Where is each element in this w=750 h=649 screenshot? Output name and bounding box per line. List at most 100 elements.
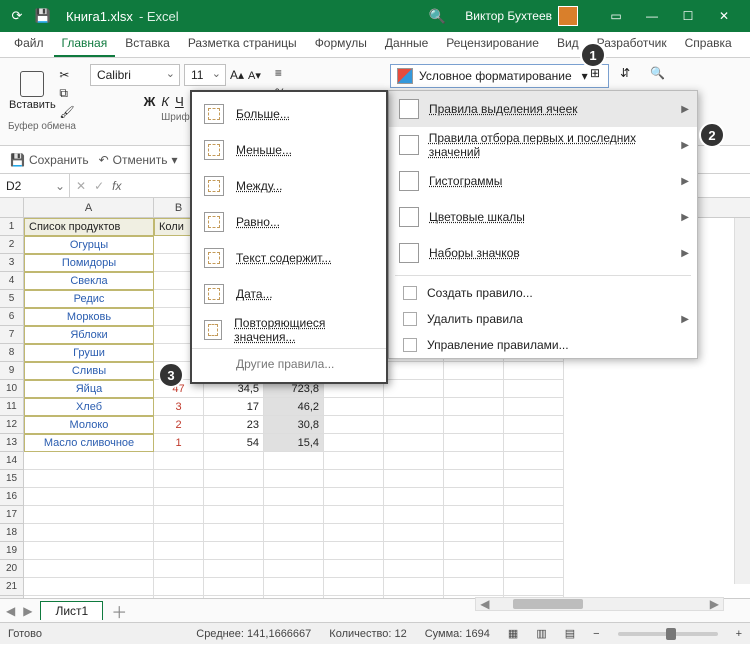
cell-F11[interactable] [384,398,444,416]
sheet-tab[interactable]: Лист1 [40,601,103,620]
cf-menu-colorscales[interactable]: Цветовые шкалы▶ [389,199,697,235]
cell-D19[interactable] [264,542,324,560]
cell-D22[interactable] [264,596,324,598]
cell-D17[interactable] [264,506,324,524]
row-header-2[interactable]: 2 [0,236,23,254]
cell-H14[interactable] [504,452,564,470]
cell-A15[interactable] [24,470,154,488]
cell-F22[interactable] [384,596,444,598]
zoom-slider[interactable] [618,632,718,636]
cell-A4[interactable]: Свекла [24,272,154,290]
cell-B11[interactable]: 3 [154,398,204,416]
insert-cells-icon[interactable]: ⊞ [590,66,600,80]
row-header-7[interactable]: 7 [0,326,23,344]
row-header-18[interactable]: 18 [0,524,23,542]
scroll-right-icon[interactable]: ▶ [710,597,719,611]
cell-G14[interactable] [444,452,504,470]
col-header-A[interactable]: A [24,198,154,217]
tab-разметка страницы[interactable]: Разметка страницы [180,32,305,57]
align-icon[interactable]: ≡ [275,66,286,80]
cancel-formula-icon[interactable]: ✕ [76,179,86,193]
search-icon[interactable]: 🔍 [427,8,447,25]
row-header-12[interactable]: 12 [0,416,23,434]
cell-C17[interactable] [204,506,264,524]
cell-A21[interactable] [24,578,154,596]
cell-E14[interactable] [324,452,384,470]
row-header-11[interactable]: 11 [0,398,23,416]
cell-D13[interactable]: 15,4 [264,434,324,452]
italic-button[interactable]: К [161,94,169,110]
row-header-5[interactable]: 5 [0,290,23,308]
scroll-left-icon[interactable]: ◀ [480,597,489,611]
cell-B19[interactable] [154,542,204,560]
cell-D21[interactable] [264,578,324,596]
scroll-thumb[interactable] [513,599,583,609]
cell-G11[interactable] [444,398,504,416]
view-break-icon[interactable]: ▤ [565,627,575,640]
row-header-1[interactable]: 1 [0,218,23,236]
ribbon-options-icon[interactable]: ▭ [598,0,634,32]
enter-formula-icon[interactable]: ✓ [94,179,104,193]
cell-F15[interactable] [384,470,444,488]
cell-A22[interactable] [24,596,154,598]
cell-F20[interactable] [384,560,444,578]
cell-F9[interactable] [384,362,444,380]
undo-button[interactable]: ↶ Отменить ▾ [99,153,178,167]
cell-G12[interactable] [444,416,504,434]
highlight-rule-4[interactable]: Текст содержит... [192,240,386,276]
cell-E11[interactable] [324,398,384,416]
cell-H19[interactable] [504,542,564,560]
cell-A13[interactable]: Масло сливочное [24,434,154,452]
cell-A9[interactable]: Сливы [24,362,154,380]
select-all[interactable] [0,198,24,217]
tab-рецензирование[interactable]: Рецензирование [438,32,547,57]
cell-A7[interactable]: Яблоки [24,326,154,344]
row-header-19[interactable]: 19 [0,542,23,560]
cell-E18[interactable] [324,524,384,542]
cell-F10[interactable] [384,380,444,398]
cell-A12[interactable]: Молоко [24,416,154,434]
row-header-8[interactable]: 8 [0,344,23,362]
cell-C19[interactable] [204,542,264,560]
cell-E20[interactable] [324,560,384,578]
increase-font-icon[interactable]: A▴ [230,68,244,82]
cell-E17[interactable] [324,506,384,524]
save-button[interactable]: 💾 Сохранить [10,153,89,167]
tab-справка[interactable]: Справка [677,32,740,57]
cell-C15[interactable] [204,470,264,488]
format-painter-icon[interactable]: 🖌 [59,105,74,119]
cell-G18[interactable] [444,524,504,542]
cell-C16[interactable] [204,488,264,506]
underline-button[interactable]: Ч [175,94,184,110]
cell-H15[interactable] [504,470,564,488]
cell-C21[interactable] [204,578,264,596]
name-box[interactable]: D2 [0,174,70,197]
cell-G13[interactable] [444,434,504,452]
minimize-button[interactable]: — [634,0,670,32]
highlight-rule-2[interactable]: Между... [192,168,386,204]
cf-menu-new[interactable]: Создать правило... [389,280,697,306]
save-icon[interactable]: 💾 [34,7,52,25]
cell-C22[interactable] [204,596,264,598]
paste-button[interactable]: Вставить [9,64,55,118]
cell-E12[interactable] [324,416,384,434]
cell-H9[interactable] [504,362,564,380]
tab-данные[interactable]: Данные [377,32,436,57]
sort-filter-icon[interactable]: ⇵ [620,66,630,80]
cell-A1[interactable]: Список продуктов [24,218,154,236]
cell-E13[interactable] [324,434,384,452]
row-header-22[interactable]: 22 [0,596,23,598]
cell-B17[interactable] [154,506,204,524]
cell-D15[interactable] [264,470,324,488]
cell-A14[interactable] [24,452,154,470]
decrease-font-icon[interactable]: A▾ [248,69,261,82]
row-header-4[interactable]: 4 [0,272,23,290]
cell-A19[interactable] [24,542,154,560]
highlight-rule-1[interactable]: Меньше... [192,132,386,168]
cell-H11[interactable] [504,398,564,416]
cell-G16[interactable] [444,488,504,506]
prev-sheet-icon[interactable]: ◀ [6,604,15,618]
row-header-17[interactable]: 17 [0,506,23,524]
cell-A16[interactable] [24,488,154,506]
row-header-10[interactable]: 10 [0,380,23,398]
